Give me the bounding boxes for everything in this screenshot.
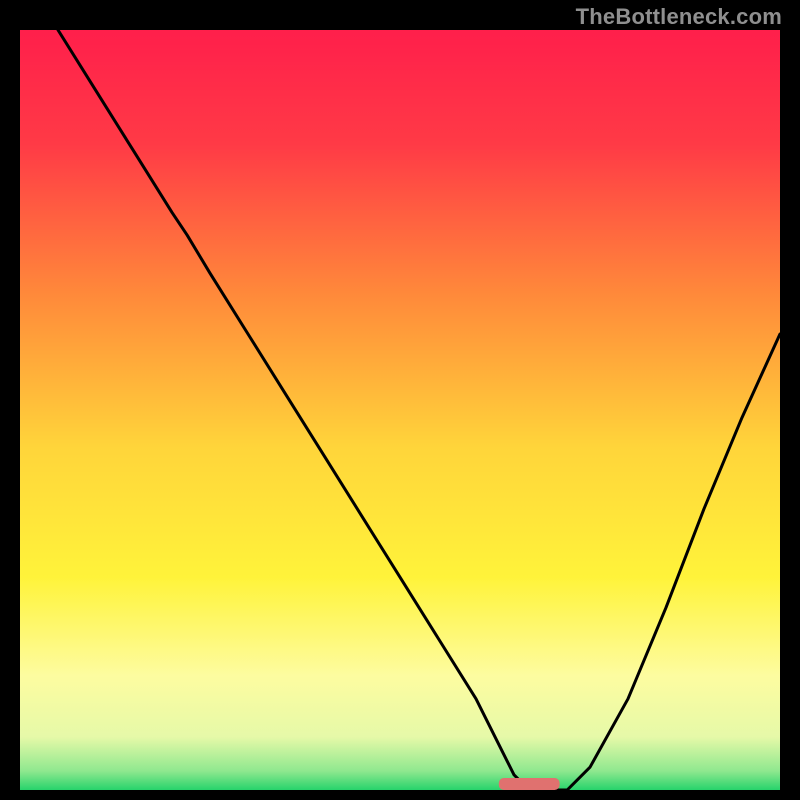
chart-background-gradient xyxy=(20,30,780,790)
bottleneck-chart xyxy=(20,30,780,790)
chart-frame xyxy=(20,30,780,790)
valley-marker xyxy=(499,778,560,790)
watermark-label: TheBottleneck.com xyxy=(576,4,782,30)
